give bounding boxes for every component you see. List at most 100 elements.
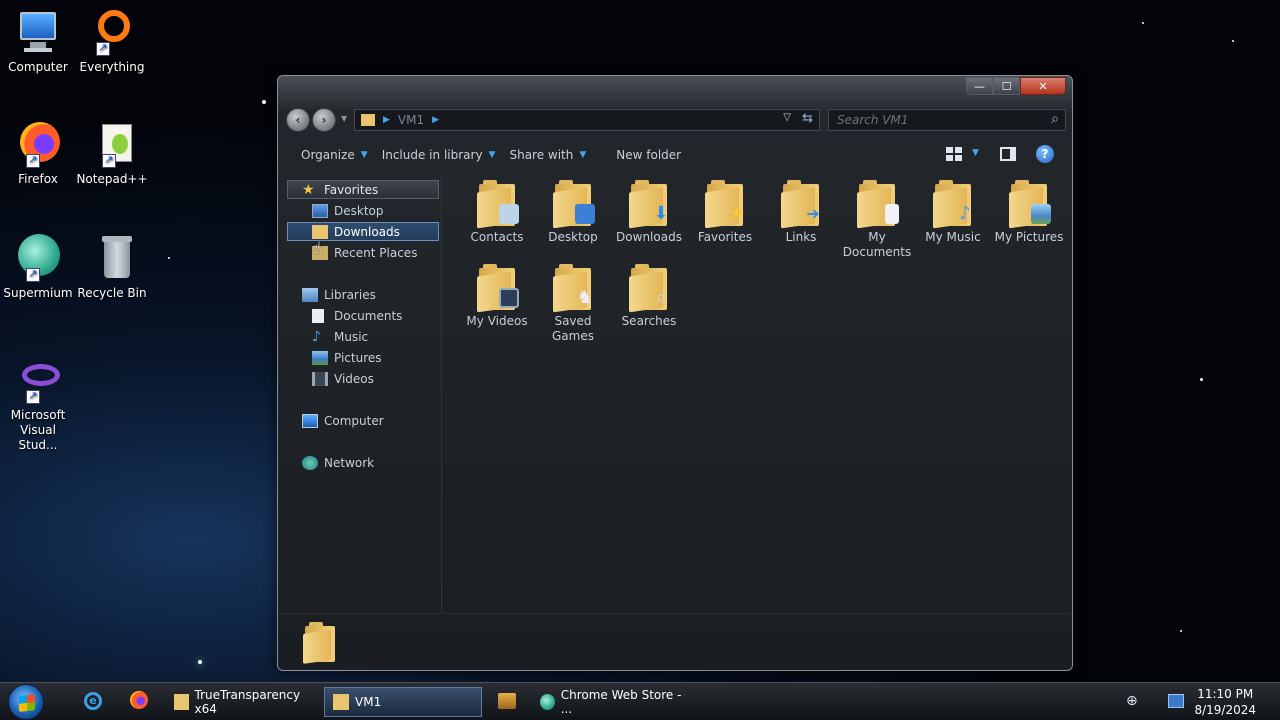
breadcrumb-arrow-icon[interactable]: ▶ bbox=[432, 115, 439, 125]
folder-favorites[interactable]: ★ Favorites bbox=[688, 180, 762, 245]
include-in-library-button[interactable]: Include in library ▼ bbox=[382, 148, 496, 162]
music-note-icon: ♪ bbox=[312, 328, 321, 345]
close-button[interactable]: ✕ bbox=[1020, 77, 1066, 95]
desktop-icon-label: Microsoft Visual Stud... bbox=[10, 408, 66, 452]
nav-downloads[interactable]: Downloads bbox=[287, 222, 439, 241]
minimize-button[interactable]: — bbox=[966, 77, 993, 95]
nav-music[interactable]: ♪ Music bbox=[312, 327, 438, 346]
folder-saved-games[interactable]: ♞ Saved Games bbox=[536, 264, 610, 344]
folder-contacts[interactable]: Contacts bbox=[460, 180, 534, 245]
folder-desktop[interactable]: Desktop bbox=[536, 180, 610, 245]
computer-icon bbox=[14, 8, 62, 56]
folder-my-videos[interactable]: My Videos bbox=[460, 264, 534, 329]
media-player-icon[interactable] bbox=[498, 693, 516, 709]
shortcut-arrow-icon bbox=[26, 388, 40, 404]
firefox-icon bbox=[14, 120, 62, 168]
desktop-icon-recycle-bin[interactable]: Recycle Bin bbox=[74, 234, 150, 301]
folder-downloads[interactable]: ⬇ Downloads bbox=[612, 180, 686, 245]
nav-libraries[interactable]: Libraries bbox=[302, 285, 438, 304]
file-list: Contacts Desktop ⬇ Downloads ★ Favorites… bbox=[444, 174, 1066, 614]
address-bar[interactable]: ▶ VM1 ▶ ▽ ⇆ bbox=[354, 109, 820, 131]
favorites-folder-icon: ★ bbox=[705, 180, 745, 229]
downloads-folder-icon bbox=[312, 224, 328, 239]
back-button[interactable]: ‹ bbox=[286, 108, 310, 132]
my-music-folder-icon: ♪ bbox=[933, 180, 973, 229]
search-box[interactable]: Search VM1 ⌕ bbox=[828, 109, 1066, 131]
recycle-bin-icon bbox=[88, 234, 136, 282]
desktop-icon bbox=[312, 203, 328, 218]
taskbar-app-truetransparency[interactable]: TrueTransparency x64 bbox=[168, 687, 314, 717]
folder-my-documents[interactable]: My Documents bbox=[840, 180, 914, 260]
notepadpp-icon bbox=[88, 120, 136, 168]
firefox-icon[interactable] bbox=[130, 691, 148, 709]
folder-my-pictures[interactable]: My Pictures bbox=[992, 180, 1066, 245]
documents-icon bbox=[312, 308, 324, 323]
star bbox=[1232, 40, 1234, 42]
taskbar-app-vm1[interactable]: VM1 bbox=[324, 687, 482, 717]
desktop-icon-label: Supermium bbox=[3, 286, 73, 300]
desktop-icon-computer[interactable]: Computer bbox=[0, 8, 76, 75]
desktop-icon-firefox[interactable]: Firefox bbox=[0, 120, 76, 187]
search-input[interactable]: Search VM1 bbox=[837, 113, 909, 127]
nav-network[interactable]: Network bbox=[302, 453, 438, 472]
internet-explorer-icon[interactable]: e bbox=[84, 692, 102, 710]
folder-my-music[interactable]: ♪ My Music bbox=[916, 180, 990, 245]
nav-pictures[interactable]: Pictures bbox=[312, 348, 438, 367]
star bbox=[1180, 630, 1182, 632]
shortcut-arrow-icon bbox=[26, 266, 40, 282]
star bbox=[198, 660, 202, 664]
chevron-down-icon: ▼ bbox=[360, 150, 368, 160]
help-icon[interactable]: ? bbox=[1036, 145, 1054, 163]
nav-desktop[interactable]: Desktop bbox=[312, 201, 438, 220]
breadcrumb-vm1[interactable]: VM1 bbox=[398, 113, 424, 127]
share-with-button[interactable]: Share with ▼ bbox=[509, 148, 586, 162]
searches-folder-icon: ⌕ bbox=[629, 264, 669, 313]
folder-searches[interactable]: ⌕ Searches bbox=[612, 264, 686, 329]
preview-pane-icon[interactable] bbox=[1000, 147, 1016, 161]
shortcut-arrow-icon bbox=[96, 40, 110, 56]
desktop-icon-supermium[interactable]: Supermium bbox=[0, 234, 76, 301]
change-view-icon[interactable] bbox=[946, 147, 962, 161]
recent-pages-dropdown[interactable]: ▼ bbox=[341, 114, 347, 123]
my-pictures-folder-icon bbox=[1009, 180, 1051, 229]
folder-links[interactable]: ➜ Links bbox=[764, 180, 838, 245]
system-clock[interactable]: 11:10 PM 8/19/2024 bbox=[1194, 686, 1256, 718]
navigation-pane: ★ Favorites Desktop Downloads Recent Plac… bbox=[284, 174, 442, 614]
desktop-icon-visual-studio[interactable]: Microsoft Visual Stud... bbox=[0, 356, 76, 453]
network-icon bbox=[302, 455, 318, 470]
address-dropdown-icon[interactable]: ▽ bbox=[783, 112, 791, 123]
nav-recent-places[interactable]: Recent Places bbox=[312, 243, 438, 262]
windows-logo-icon bbox=[19, 694, 35, 712]
nav-computer[interactable]: Computer bbox=[302, 411, 438, 430]
forward-button[interactable]: › bbox=[312, 108, 336, 132]
shortcut-arrow-icon bbox=[102, 152, 116, 168]
command-bar: Organize ▼ Include in library ▼ Share with… bbox=[284, 142, 1066, 168]
desktop-icon-notepadpp[interactable]: Notepad++ bbox=[74, 120, 150, 187]
desktop-icon-everything[interactable]: Everything bbox=[74, 8, 150, 75]
start-button[interactable] bbox=[8, 684, 44, 720]
taskbar-app-chrome-web-store[interactable]: Chrome Web Store - ... bbox=[536, 687, 686, 717]
breadcrumb-arrow-icon: ▶ bbox=[383, 115, 390, 125]
network-tray-icon[interactable]: ⊕ bbox=[1126, 693, 1138, 709]
navigation-bar: ‹ › ▼ ▶ VM1 ▶ ▽ ⇆ Search VM1 ⌕ bbox=[284, 106, 1066, 134]
visual-studio-icon bbox=[14, 356, 62, 404]
new-folder-button[interactable]: New folder bbox=[616, 148, 681, 162]
tray-app-icon[interactable] bbox=[1168, 694, 1184, 708]
supermium-icon bbox=[14, 234, 62, 282]
window-controls: — ☐ ✕ bbox=[966, 77, 1066, 95]
refresh-icon[interactable]: ⇆ bbox=[802, 111, 813, 126]
desktop-icon-label: Notepad++ bbox=[76, 172, 148, 186]
explorer-window: — ☐ ✕ ‹ › ▼ ▶ VM1 ▶ ▽ ⇆ Search VM1 ⌕ Org… bbox=[277, 75, 1073, 671]
folder-icon bbox=[361, 114, 375, 126]
organize-button[interactable]: Organize ▼ bbox=[301, 148, 368, 162]
nav-videos[interactable]: Videos bbox=[312, 369, 438, 388]
nav-documents[interactable]: Documents bbox=[312, 306, 438, 325]
maximize-button[interactable]: ☐ bbox=[993, 77, 1020, 95]
search-icon[interactable]: ⌕ bbox=[1051, 111, 1059, 127]
clock-date: 8/19/2024 bbox=[1194, 703, 1256, 717]
view-options-dropdown[interactable]: ▼ bbox=[972, 148, 979, 158]
folder-icon bbox=[303, 622, 337, 664]
videos-icon bbox=[312, 371, 328, 386]
desktop-icon-label: Everything bbox=[79, 60, 145, 74]
nav-favorites[interactable]: ★ Favorites bbox=[287, 180, 439, 199]
